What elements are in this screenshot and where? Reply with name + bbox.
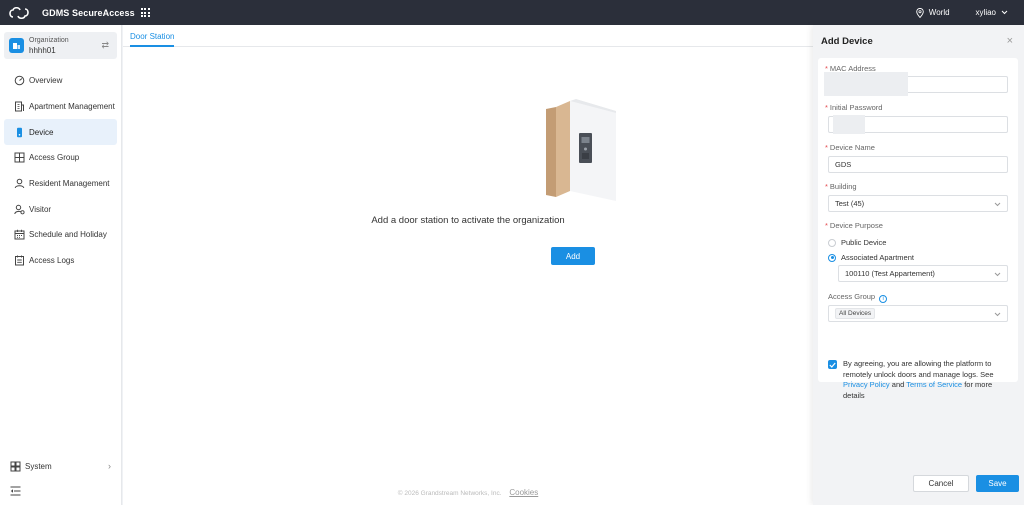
building-icon xyxy=(15,101,24,112)
tab-door-station[interactable]: Door Station xyxy=(130,32,174,41)
terms-of-service-link[interactable]: Terms of Service xyxy=(906,380,962,389)
tab-bar: Door Station xyxy=(123,25,813,47)
region-label: World xyxy=(928,8,950,17)
device-name-input[interactable]: GDS xyxy=(828,156,1008,173)
brand-name: GDMS SecureAccess xyxy=(42,7,135,18)
save-button[interactable]: Save xyxy=(976,475,1019,492)
sidebar-item-label: System xyxy=(25,461,52,471)
drawer-title: Add Device xyxy=(821,36,873,47)
redacted-password-value xyxy=(833,115,865,134)
sidebar-item-resident-management[interactable]: Resident Management xyxy=(4,171,117,197)
radio-label: Public Device xyxy=(841,238,887,247)
sidebar-item-system[interactable]: System › xyxy=(4,457,117,475)
cancel-button[interactable]: Cancel xyxy=(913,475,969,492)
chevron-down-icon xyxy=(994,312,1001,317)
top-header: GDMS SecureAccess World xyliao xyxy=(0,0,1024,25)
grid-icon[interactable] xyxy=(140,8,150,17)
add-device-button[interactable]: Add xyxy=(551,247,595,265)
close-icon[interactable]: × xyxy=(1007,36,1013,47)
sidebar-item-label: Device xyxy=(29,127,54,137)
radio-associated-apartment[interactable]: Associated Apartment xyxy=(828,253,914,262)
sidebar-item-schedule-and-holiday[interactable]: Schedule and Holiday xyxy=(4,222,117,248)
calendar-icon xyxy=(14,230,25,240)
sidebar-item-device[interactable]: Device xyxy=(4,119,117,146)
agreement-text: By agreeing, you are allowing the platfo… xyxy=(843,359,994,400)
sidebar-item-label: Visitor xyxy=(29,204,52,214)
sidebar-item-access-logs[interactable]: Access Logs xyxy=(4,248,117,274)
door-station-illustration xyxy=(546,99,616,201)
sidebar-item-apartment-management[interactable]: Apartment Management xyxy=(4,94,117,120)
organization-selector[interactable]: Organization hhhh01 ⇄ xyxy=(4,32,117,59)
building-value: Test (45) xyxy=(835,199,865,208)
device-form: * MAC Address * Initial Password * Device N… xyxy=(818,58,1018,400)
empty-state-message: Add a door station to activate the organ… xyxy=(371,215,565,226)
access-group-select[interactable]: All Devices xyxy=(828,305,1008,322)
device-purpose-label: * Device Purpose xyxy=(825,221,883,230)
building-label: * Building xyxy=(825,182,857,191)
system-icon xyxy=(10,461,21,471)
tab-active-indicator xyxy=(130,45,174,47)
check-icon xyxy=(829,362,836,368)
info-icon[interactable]: i xyxy=(879,295,888,303)
sidebar-item-access-group[interactable]: Access Group xyxy=(4,145,117,171)
agreement-checkbox[interactable] xyxy=(828,360,837,369)
sidebar-item-label: Overview xyxy=(29,76,63,86)
agreement-row: By agreeing, you are allowing the platfo… xyxy=(828,359,1008,401)
access-group-tag: All Devices xyxy=(835,308,876,319)
dashboard-icon xyxy=(14,76,25,86)
user-menu[interactable]: xyliao xyxy=(976,8,1008,17)
sidebar: Organization hhhh01 ⇄ Overview Apartment… xyxy=(0,25,122,505)
sidebar-nav: Overview Apartment Management Device Acc… xyxy=(0,68,121,274)
sidebar-item-label: Apartment Management xyxy=(29,102,115,112)
copyright-text: © 2026 Grandstream Networks, Inc. xyxy=(397,490,502,497)
region-selector[interactable]: World xyxy=(916,7,950,18)
main-content: Door Station Add a door station to activ… xyxy=(123,25,813,505)
user-icon xyxy=(14,178,25,189)
visitor-icon xyxy=(14,204,25,215)
sidebar-item-overview[interactable]: Overview xyxy=(4,68,117,94)
page-footer: © 2026 Grandstream Networks, Inc. Cookie… xyxy=(123,488,813,497)
chevron-down-icon xyxy=(994,272,1001,277)
chevron-down-icon xyxy=(994,202,1001,207)
device-name-label: * Device Name xyxy=(825,143,875,152)
sidebar-item-label: Schedule and Holiday xyxy=(29,230,107,240)
chevron-right-icon: › xyxy=(108,461,111,471)
radio-public-device[interactable]: Public Device xyxy=(828,238,886,247)
user-name: xyliao xyxy=(975,8,996,17)
apartment-select[interactable]: 100110 (Test Appartement) xyxy=(838,265,1008,282)
swap-icon[interactable]: ⇄ xyxy=(101,40,109,51)
cloud-link-logo[interactable] xyxy=(8,6,30,20)
initial-password-label: * Initial Password xyxy=(825,103,883,112)
location-pin-icon xyxy=(916,7,924,18)
radio-label: Associated Apartment xyxy=(841,253,914,262)
organization-name: hhhh01 xyxy=(29,45,56,55)
cookies-link[interactable]: Cookies xyxy=(509,488,538,497)
chevron-down-icon xyxy=(1001,10,1008,15)
organization-icon xyxy=(9,38,24,53)
radio-button[interactable] xyxy=(828,238,836,247)
add-device-drawer: Add Device × * MAC Address * Initial Passw… xyxy=(813,25,1024,505)
access-group-icon xyxy=(14,152,25,163)
device-icon xyxy=(17,127,22,137)
collapse-menu-icon[interactable] xyxy=(10,486,21,496)
sidebar-item-visitor[interactable]: Visitor xyxy=(4,196,117,222)
radio-button[interactable] xyxy=(828,253,836,262)
building-select[interactable]: Test (45) xyxy=(828,195,1008,212)
apartment-value: 100110 (Test Appartement) xyxy=(845,269,935,278)
sidebar-item-label: Access Group xyxy=(29,153,80,163)
redacted-mac-value xyxy=(824,72,908,96)
sidebar-item-label: Access Logs xyxy=(29,256,75,266)
privacy-policy-link[interactable]: Privacy Policy xyxy=(843,380,890,389)
logs-icon xyxy=(15,255,24,266)
sidebar-item-label: Resident Management xyxy=(29,179,110,189)
organization-label: Organization xyxy=(29,36,69,44)
access-group-label: Access Group i xyxy=(828,292,888,303)
